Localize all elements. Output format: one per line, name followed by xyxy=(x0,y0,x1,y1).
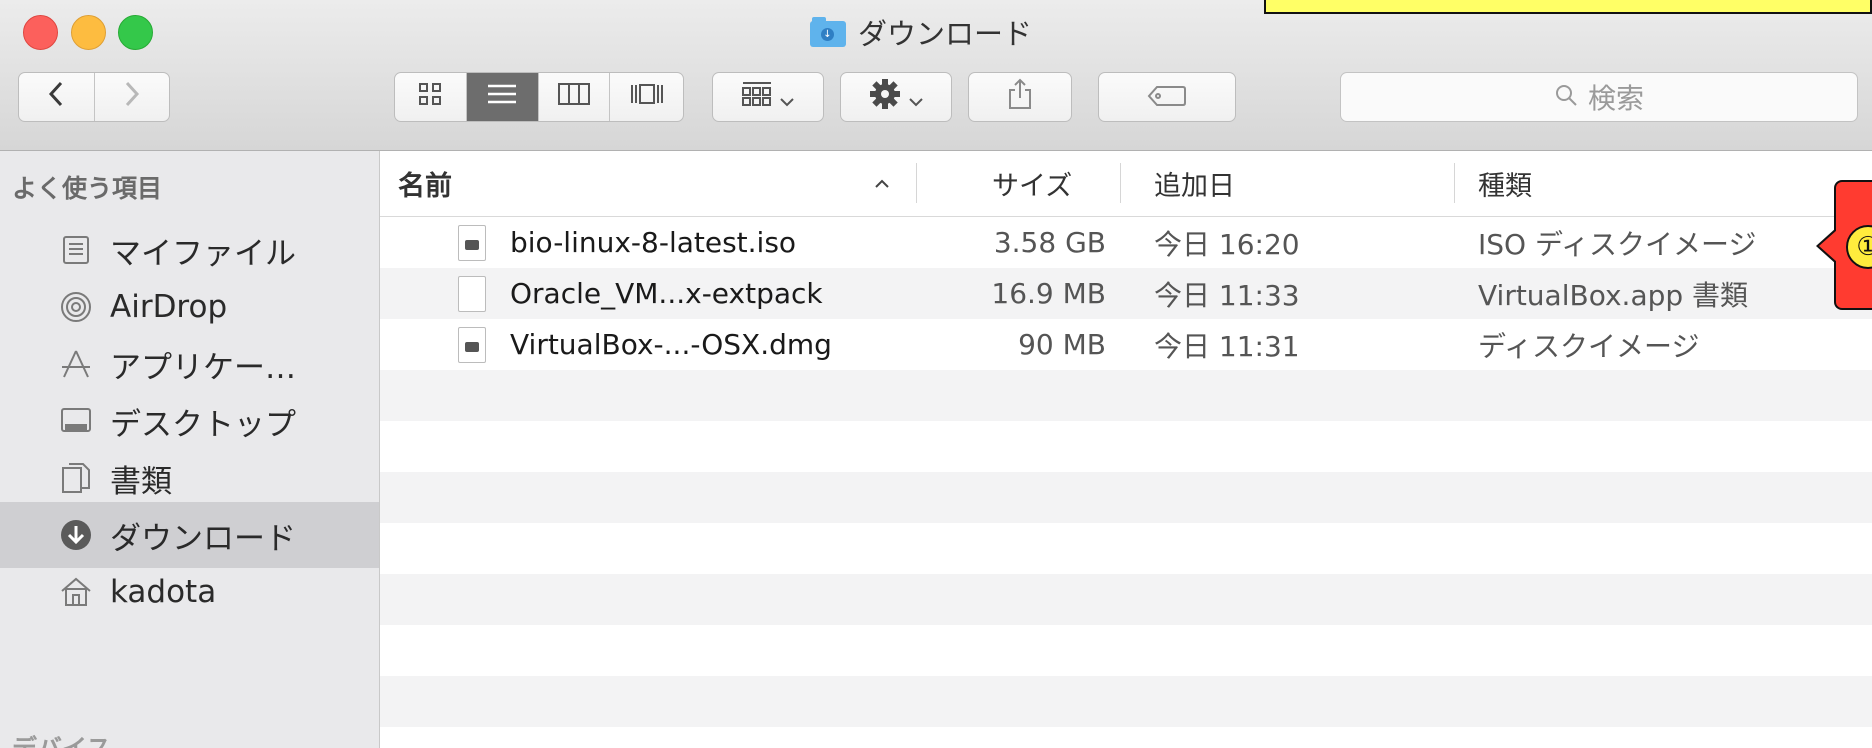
file-size: 90 MB xyxy=(1018,328,1106,361)
documents-icon xyxy=(56,458,96,498)
file-name: VirtualBox-...-OSX.dmg xyxy=(510,328,832,361)
window-titlebar: ↓ ダウンロード 検索 xyxy=(0,0,1872,151)
window-title: ↓ ダウンロード xyxy=(810,12,1032,52)
edit-tags-button[interactable] xyxy=(1098,72,1236,122)
sidebar-item-label: AirDrop xyxy=(110,289,228,325)
chevron-down-icon xyxy=(909,81,923,114)
file-date: 今日 11:31 xyxy=(1154,329,1300,363)
file-icon xyxy=(458,268,486,319)
view-mode-selector xyxy=(394,72,684,122)
sidebar-item-label: マイファイル xyxy=(110,235,296,272)
share-button[interactable] xyxy=(968,72,1072,122)
zoom-window-button[interactable] xyxy=(118,15,153,50)
arrange-grid-icon xyxy=(742,81,772,114)
file-date: 今日 11:33 xyxy=(1154,278,1300,312)
sidebar-item-label: アプリケー… xyxy=(110,349,296,386)
tag-icon xyxy=(1147,81,1187,114)
downloads-icon xyxy=(56,515,96,555)
table-row[interactable]: VirtualBox-...-OSX.dmg 90 MB 今日 11:31 ディ… xyxy=(380,319,1872,370)
applications-icon xyxy=(56,344,96,384)
annotation-callout-box xyxy=(1264,0,1872,14)
minimize-window-button[interactable] xyxy=(71,15,106,50)
disk-image-icon xyxy=(458,224,486,261)
coverflow-view-icon xyxy=(630,83,664,111)
column-kind-header[interactable]: 種類 xyxy=(1478,151,1532,216)
empty-row xyxy=(380,676,1872,727)
empty-row xyxy=(380,625,1872,676)
column-size-header[interactable]: サイズ xyxy=(992,151,1072,216)
chevron-left-icon xyxy=(48,81,64,113)
column-view-icon xyxy=(557,83,590,111)
empty-row xyxy=(380,523,1872,574)
airdrop-icon xyxy=(56,287,96,327)
empty-row xyxy=(380,370,1872,421)
back-forward-buttons xyxy=(18,72,170,122)
coverflow-view-button[interactable] xyxy=(610,73,683,121)
sidebar-item-home[interactable]: kadota xyxy=(0,559,379,625)
home-icon xyxy=(56,572,96,612)
file-date: 今日 16:20 xyxy=(1154,227,1300,261)
downloads-folder-icon: ↓ xyxy=(810,17,846,47)
column-separator xyxy=(916,163,917,203)
search-icon xyxy=(1554,81,1578,114)
sidebar: よく使う項目 マイファイル AirDrop アプリケー… デスクトップ 書類 ダ… xyxy=(0,151,380,748)
column-date-header[interactable]: 追加日 xyxy=(1154,151,1235,216)
column-header: 名前 サイズ 追加日 種類 xyxy=(380,151,1872,217)
sidebar-item-label: kadota xyxy=(110,574,217,610)
share-icon xyxy=(1008,78,1032,117)
back-button[interactable] xyxy=(19,73,95,121)
all-my-files-icon xyxy=(56,230,96,270)
empty-row xyxy=(380,472,1872,523)
document-icon xyxy=(458,275,486,312)
forward-button[interactable] xyxy=(95,73,170,121)
file-name: bio-linux-8-latest.iso xyxy=(510,226,797,259)
file-kind: ディスクイメージ xyxy=(1478,329,1700,363)
sidebar-item-label: 書類 xyxy=(110,463,172,500)
chevron-down-icon xyxy=(780,81,794,114)
file-name: Oracle_VM...x-extpack xyxy=(510,277,823,310)
close-window-button[interactable] xyxy=(23,15,58,50)
action-button[interactable] xyxy=(840,72,952,122)
file-icon xyxy=(458,319,486,370)
chevron-right-icon xyxy=(124,81,140,113)
column-name-header[interactable]: 名前 xyxy=(398,151,452,216)
gear-icon xyxy=(869,78,901,117)
column-separator xyxy=(1120,163,1121,203)
file-list: 名前 サイズ 追加日 種類 bio-linux-8-latest.iso 3.5… xyxy=(380,151,1872,748)
window-title-label: ダウンロード xyxy=(858,17,1033,51)
sidebar-item-label: デスクトップ xyxy=(110,406,296,443)
disk-image-icon xyxy=(458,326,486,363)
icon-view-icon xyxy=(419,83,442,111)
desktop-icon xyxy=(56,401,96,441)
file-size: 16.9 MB xyxy=(991,277,1106,310)
search-placeholder: 検索 xyxy=(1587,82,1644,115)
sidebar-section-devices: デバイス xyxy=(12,729,111,748)
search-field[interactable]: 検索 xyxy=(1340,72,1858,122)
file-kind: ISO ディスクイメージ xyxy=(1478,227,1757,261)
table-row[interactable]: bio-linux-8-latest.iso 3.58 GB 今日 16:20 … xyxy=(380,217,1872,268)
list-view-icon xyxy=(487,83,517,111)
column-view-button[interactable] xyxy=(539,73,611,121)
annotation-pointer xyxy=(1819,230,1837,262)
empty-row xyxy=(380,727,1872,748)
table-row[interactable]: Oracle_VM...x-extpack 16.9 MB 今日 11:33 V… xyxy=(380,268,1872,319)
file-size: 3.58 GB xyxy=(993,226,1106,259)
file-kind: VirtualBox.app 書類 xyxy=(1478,278,1749,312)
sidebar-section-favorites: よく使う項目 xyxy=(12,174,163,203)
icon-view-button[interactable] xyxy=(395,73,467,121)
empty-row xyxy=(380,421,1872,472)
list-view-button[interactable] xyxy=(466,73,539,121)
sort-indicator xyxy=(874,151,890,216)
column-separator xyxy=(1454,163,1455,203)
arrange-button[interactable] xyxy=(712,72,824,122)
file-icon xyxy=(458,217,486,268)
empty-row xyxy=(380,574,1872,625)
sidebar-item-label: ダウンロード xyxy=(110,520,296,557)
